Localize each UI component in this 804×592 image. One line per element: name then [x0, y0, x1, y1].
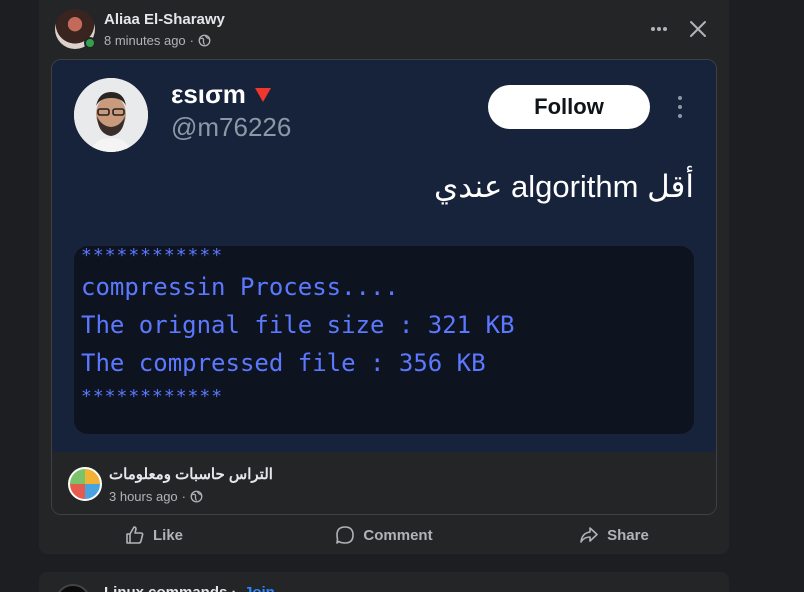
tweet-more-icon [670, 90, 690, 124]
comment-label: Comment [363, 526, 433, 544]
shared-post-footer: التراس حاسبات ومعلومات 3 hours ago · [52, 453, 716, 514]
code-line: The compressed file : 356 KB [81, 349, 486, 377]
tweet-text: أقل algorithm عندي [433, 169, 694, 204]
code-line: compressin Process.... [81, 273, 399, 301]
thumbs-up-icon [126, 526, 144, 544]
tweet-handle: @m76226 [171, 112, 292, 142]
close-button[interactable] [679, 10, 717, 48]
group-post-time[interactable]: 3 hours ago [109, 489, 178, 504]
like-button[interactable]: Like [39, 517, 269, 553]
shared-post[interactable]: εsισm @m76226 Follow أقل algorithm عندي … [51, 59, 717, 515]
online-status-icon [84, 37, 96, 49]
globe-icon [190, 490, 203, 503]
next-post-group-name[interactable]: Linux commands · [104, 584, 237, 592]
author-name[interactable]: Aliaa El-Sharawy [104, 11, 225, 28]
next-post-avatar[interactable] [55, 584, 91, 592]
like-label: Like [152, 526, 183, 544]
tweet-screenshot[interactable]: εsισm @m76226 Follow أقل algorithm عندي … [52, 60, 716, 452]
group-meta: 3 hours ago · [109, 489, 203, 504]
comment-icon [336, 526, 355, 544]
tweet-author-name: εsισm [171, 79, 272, 110]
globe-icon [198, 34, 211, 47]
code-stars-top: ************ [81, 245, 224, 266]
close-icon [690, 21, 706, 37]
red-triangle-down-icon [254, 87, 271, 102]
meta-separator: · [189, 33, 195, 48]
post-time[interactable]: 8 minutes ago [104, 33, 186, 48]
post-actions: Like Comment Share [39, 517, 729, 553]
share-button[interactable]: Share [499, 517, 729, 553]
next-post-title: Linux commands [104, 584, 227, 592]
group-avatar[interactable] [68, 467, 102, 501]
more-horizontal-icon [651, 27, 667, 31]
code-line: The orignal file size : 321 KB [81, 311, 515, 339]
post-meta: 8 minutes ago · [104, 33, 211, 48]
post-header: Aliaa El-Sharawy 8 minutes ago · [39, 0, 729, 58]
share-icon [580, 527, 598, 543]
code-stars-bottom: ************ [81, 386, 224, 407]
follow-button: Follow [488, 85, 650, 129]
group-name[interactable]: التراس حاسبات ومعلومات [109, 465, 273, 483]
tweet-author-label: εsισm [171, 79, 246, 109]
person-portrait [74, 78, 148, 152]
author-avatar[interactable] [55, 9, 96, 49]
join-link[interactable]: Join [244, 584, 275, 592]
share-label: Share [607, 526, 649, 544]
next-post-card: Linux commands · Join [39, 572, 729, 592]
more-options-button[interactable] [642, 12, 676, 46]
post-card: Aliaa El-Sharawy 8 minutes ago · εsισm @… [39, 0, 729, 554]
code-output-box: ************ compressin Process.... The … [74, 246, 694, 434]
comment-button[interactable]: Comment [269, 517, 499, 553]
tweet-avatar [74, 78, 148, 152]
meta-separator: · [232, 584, 237, 592]
meta-separator: · [181, 489, 187, 504]
